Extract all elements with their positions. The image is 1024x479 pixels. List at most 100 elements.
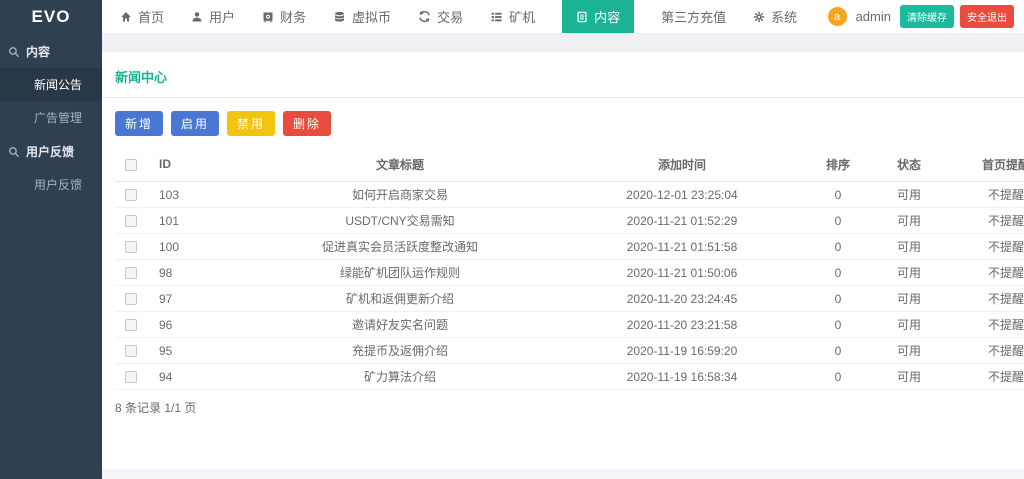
nav-item-系统[interactable]: 系统 <box>753 0 797 33</box>
main-column: 首页 用户 财务 虚拟币 交易 矿机 内容 第三方充值 系统 a admin 清… <box>102 0 1024 479</box>
table-row: 95 充提币及返佣介绍 2020-11-19 16:59:20 0 可用 不提醒 <box>115 338 1024 364</box>
document-icon <box>576 11 588 23</box>
table-row: 100 促进真实会员活跃度整改通知 2020-11-21 01:51:58 0 … <box>115 234 1024 260</box>
cell-id: 100 <box>153 234 241 260</box>
cell-id: 101 <box>153 208 241 234</box>
cell-id: 94 <box>153 364 241 390</box>
sidebar-item-新闻公告[interactable]: 新闻公告 <box>0 68 102 101</box>
cell-status: 可用 <box>871 208 947 234</box>
cell-status: 可用 <box>871 260 947 286</box>
cell-remind: 不提醒 <box>947 312 1024 338</box>
top-navbar: 首页 用户 财务 虚拟币 交易 矿机 内容 第三方充值 系统 a admin 清… <box>102 0 1024 33</box>
content-panel: 新闻中心 新增启用禁用删除 ID 文章标题 添加时间 排序 状态 首页提醒 操作 <box>102 52 1024 469</box>
toolbar-button-启用[interactable]: 启用 <box>171 111 219 136</box>
avatar[interactable]: a <box>828 7 847 26</box>
row-checkbox[interactable] <box>125 267 137 279</box>
nav-item-label: 财务 <box>280 7 306 26</box>
cell-status: 可用 <box>871 338 947 364</box>
sidebar-section-label: 内容 <box>26 43 50 60</box>
table-row: 94 矿力算法介绍 2020-11-19 16:58:34 0 可用 不提醒 <box>115 364 1024 390</box>
table-header-row: ID 文章标题 添加时间 排序 状态 首页提醒 操作 <box>115 147 1024 182</box>
cell-id: 97 <box>153 286 241 312</box>
title-divider <box>102 97 1024 98</box>
table-row: 101 USDT/CNY交易需知 2020-11-21 01:52:29 0 可… <box>115 208 1024 234</box>
admin-username[interactable]: admin <box>856 9 891 24</box>
table-row: 103 如何开启商家交易 2020-12-01 23:25:04 0 可用 不提… <box>115 182 1024 208</box>
cell-status: 可用 <box>871 182 947 208</box>
nav-item-label: 用户 <box>209 7 235 26</box>
nav-item-label: 矿机 <box>509 7 535 26</box>
col-header-remind: 首页提醒 <box>947 147 1024 182</box>
cell-sort: 0 <box>805 182 871 208</box>
cell-status: 可用 <box>871 286 947 312</box>
table-body: 103 如何开启商家交易 2020-12-01 23:25:04 0 可用 不提… <box>115 182 1024 390</box>
cell-title: 邀请好友实名问题 <box>241 312 559 338</box>
cell-remind: 不提醒 <box>947 364 1024 390</box>
row-checkbox[interactable] <box>125 371 137 383</box>
cell-id: 95 <box>153 338 241 364</box>
cell-sort: 0 <box>805 364 871 390</box>
cell-sort: 0 <box>805 260 871 286</box>
col-header-sort: 排序 <box>805 147 871 182</box>
cell-remind: 不提醒 <box>947 234 1024 260</box>
row-checkbox[interactable] <box>125 345 137 357</box>
row-checkbox[interactable] <box>125 293 137 305</box>
cell-remind: 不提醒 <box>947 286 1024 312</box>
nav-item-财务[interactable]: 财务 <box>262 0 306 33</box>
nav-action-清除缓存[interactable]: 清除缓存 <box>900 5 954 28</box>
cell-title: 如何开启商家交易 <box>241 182 559 208</box>
exchange-icon <box>418 10 431 23</box>
cell-id: 103 <box>153 182 241 208</box>
cell-title: 绿能矿机团队运作规则 <box>241 260 559 286</box>
toolbar-button-新增[interactable]: 新增 <box>115 111 163 136</box>
row-checkbox[interactable] <box>125 189 137 201</box>
nav-item-label: 虚拟币 <box>352 7 391 26</box>
user-icon <box>191 11 203 23</box>
nav-item-首页[interactable]: 首页 <box>120 0 164 33</box>
row-checkbox[interactable] <box>125 319 137 331</box>
cell-sort: 0 <box>805 338 871 364</box>
news-table: ID 文章标题 添加时间 排序 状态 首页提醒 操作 103 如何开启商家交易 … <box>115 147 1024 390</box>
cell-time: 2020-11-20 23:21:58 <box>559 312 805 338</box>
nav-item-虚拟币[interactable]: 虚拟币 <box>333 0 391 33</box>
cell-title: 矿力算法介绍 <box>241 364 559 390</box>
app-logo: EVO <box>0 0 102 34</box>
table-row: 96 邀请好友实名问题 2020-11-20 23:21:58 0 可用 不提醒 <box>115 312 1024 338</box>
select-all-checkbox[interactable] <box>125 159 137 171</box>
row-checkbox[interactable] <box>125 241 137 253</box>
nav-item-矿机[interactable]: 矿机 <box>490 0 535 33</box>
cell-time: 2020-11-19 16:58:34 <box>559 364 805 390</box>
nav-action-安全退出[interactable]: 安全退出 <box>960 5 1014 28</box>
toolbar-button-禁用[interactable]: 禁用 <box>227 111 275 136</box>
nav-item-label: 系统 <box>771 7 797 26</box>
col-header-time: 添加时间 <box>559 147 805 182</box>
cell-time: 2020-11-21 01:50:06 <box>559 260 805 286</box>
cell-time: 2020-11-20 23:24:45 <box>559 286 805 312</box>
coins-icon <box>333 11 346 23</box>
sidebar-item-用户反馈[interactable]: 用户反馈 <box>0 168 102 201</box>
cell-sort: 0 <box>805 234 871 260</box>
toolbar-button-删除[interactable]: 删除 <box>283 111 331 136</box>
col-header-status: 状态 <box>871 147 947 182</box>
list-icon <box>490 11 503 23</box>
navbar-actions: 清除缓存安全退出 <box>900 5 1014 28</box>
nav-item-用户[interactable]: 用户 <box>191 0 235 33</box>
sidebar-section-用户反馈[interactable]: 用户反馈 <box>0 134 102 168</box>
cell-time: 2020-11-19 16:59:20 <box>559 338 805 364</box>
cell-remind: 不提醒 <box>947 260 1024 286</box>
cell-sort: 0 <box>805 286 871 312</box>
nav-item-第三方充值[interactable]: 第三方充值 <box>661 0 726 33</box>
nav-item-交易[interactable]: 交易 <box>418 0 463 33</box>
table-row: 98 绿能矿机团队运作规则 2020-11-21 01:50:06 0 可用 不… <box>115 260 1024 286</box>
sidebar-section-内容[interactable]: 内容 <box>0 34 102 68</box>
nav-item-内容[interactable]: 内容 <box>562 0 634 33</box>
record-summary: 8 条记录 1/1 页 <box>115 399 1011 416</box>
row-checkbox[interactable] <box>125 215 137 227</box>
sidebar-section-label: 用户反馈 <box>26 143 74 160</box>
page-title: 新闻中心 <box>115 67 1011 86</box>
sidebar-item-广告管理[interactable]: 广告管理 <box>0 101 102 134</box>
bottom-strip <box>102 469 1024 479</box>
cell-title: 充提币及返佣介绍 <box>241 338 559 364</box>
navbar-right: a admin 清除缓存安全退出 <box>828 5 1014 28</box>
cell-id: 96 <box>153 312 241 338</box>
